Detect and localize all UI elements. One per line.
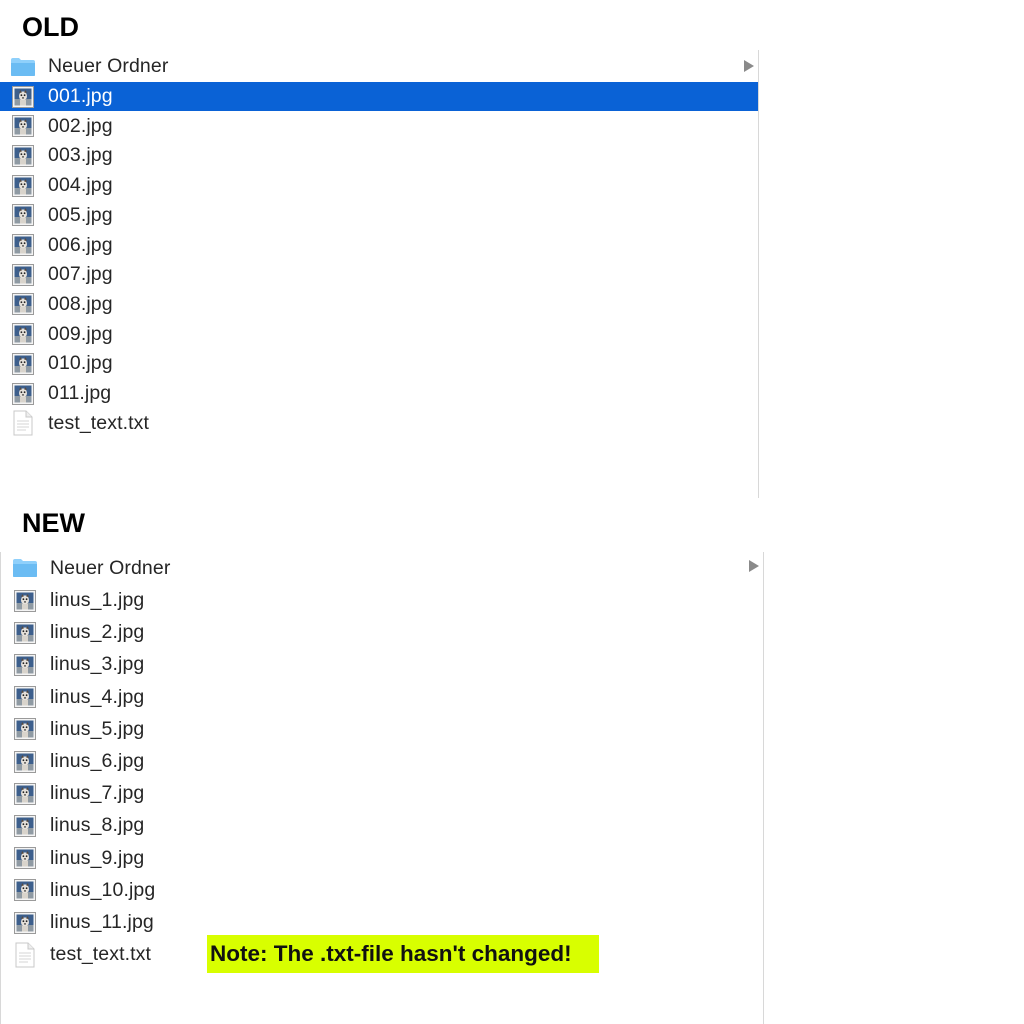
- file-row[interactable]: 005.jpg: [0, 201, 758, 230]
- folder-icon: [12, 555, 38, 581]
- file-row[interactable]: 006.jpg: [0, 231, 758, 260]
- image-icon: [12, 910, 38, 936]
- file-name: 006.jpg: [48, 233, 113, 256]
- file-name: linus_4.jpg: [50, 685, 145, 708]
- file-row[interactable]: 010.jpg: [0, 349, 758, 378]
- file-name: 007.jpg: [48, 263, 113, 286]
- image-icon: [10, 262, 36, 288]
- file-name: linus_7.jpg: [50, 782, 145, 805]
- file-name: test_text.txt: [50, 943, 152, 966]
- image-icon: [10, 321, 36, 347]
- file-row[interactable]: linus_10.jpg: [0, 875, 763, 906]
- file-name: 010.jpg: [48, 352, 113, 375]
- file-row[interactable]: linus_11.jpg: [0, 907, 763, 938]
- file-name: linus_9.jpg: [50, 846, 145, 869]
- file-name: 003.jpg: [48, 144, 113, 167]
- file-row[interactable]: linus_1.jpg: [0, 585, 763, 616]
- image-icon: [10, 84, 36, 110]
- file-name: linus_11.jpg: [50, 911, 154, 933]
- image-icon: [10, 143, 36, 169]
- old-heading: OLD: [22, 12, 79, 42]
- image-icon: [10, 232, 36, 258]
- image-icon: [12, 749, 38, 775]
- file-name: 004.jpg: [48, 174, 113, 197]
- folder-name: Neuer Ordner: [50, 556, 171, 579]
- file-row[interactable]: linus_3.jpg: [0, 649, 763, 680]
- folder-icon: [10, 54, 36, 80]
- file-name: linus_10.jpg: [50, 878, 156, 901]
- image-icon: [12, 716, 38, 742]
- note-callout: Note: The .txt-file hasn't changed!: [207, 935, 599, 973]
- file-name: linus_8.jpg: [50, 814, 145, 837]
- image-icon: [12, 684, 38, 710]
- file-name: linus_3.jpg: [50, 653, 145, 676]
- file-row[interactable]: 004.jpg: [0, 171, 758, 200]
- document-icon: [10, 410, 36, 436]
- image-icon: [12, 877, 38, 903]
- folder-name: Neuer Ordner: [48, 55, 169, 77]
- new-column-divider: [763, 552, 764, 1024]
- file-row[interactable]: 007.jpg: [0, 260, 758, 289]
- file-name: 001.jpg: [48, 85, 113, 107]
- note-text: Note: The .txt-file hasn't changed!: [210, 941, 572, 966]
- old-folder-row[interactable]: Neuer Ordner: [0, 52, 758, 81]
- file-name: linus_5.jpg: [50, 717, 145, 740]
- image-icon: [10, 351, 36, 377]
- file-name: linus_6.jpg: [50, 750, 145, 772]
- file-row[interactable]: linus_6.jpg: [0, 746, 763, 777]
- image-icon: [10, 113, 36, 139]
- file-name: 008.jpg: [48, 292, 113, 315]
- chevron-right-icon[interactable]: [744, 60, 754, 72]
- file-name: 011.jpg: [48, 382, 112, 404]
- file-row[interactable]: test_text.txt: [0, 409, 758, 438]
- image-icon: [12, 781, 38, 807]
- new-folder-row[interactable]: Neuer Ordner: [0, 552, 763, 584]
- file-row[interactable]: linus_5.jpg: [0, 714, 763, 745]
- image-icon: [10, 173, 36, 199]
- file-row[interactable]: linus_4.jpg: [0, 682, 763, 713]
- file-name: test_text.txt: [48, 411, 150, 434]
- image-icon: [12, 620, 38, 646]
- file-row[interactable]: linus_2.jpg: [0, 617, 763, 648]
- file-row[interactable]: 008.jpg: [0, 290, 758, 319]
- file-row[interactable]: 002.jpg: [0, 112, 758, 141]
- new-heading: NEW: [22, 508, 85, 538]
- chevron-right-icon[interactable]: [749, 560, 759, 572]
- image-icon: [12, 813, 38, 839]
- file-row[interactable]: 003.jpg: [0, 141, 758, 170]
- file-row[interactable]: linus_8.jpg: [0, 810, 763, 841]
- image-icon: [10, 291, 36, 317]
- image-icon: [12, 845, 38, 871]
- file-name: 002.jpg: [48, 114, 113, 137]
- file-name: 005.jpg: [48, 203, 113, 226]
- file-row[interactable]: 009.jpg: [0, 320, 758, 349]
- file-name: linus_1.jpg: [50, 589, 145, 611]
- file-row[interactable]: 001.jpg: [0, 82, 758, 111]
- old-file-list: Neuer Ordner 001.jpg 002.jpg 003.jpg 004.jp…: [0, 50, 760, 498]
- file-row[interactable]: linus_7.jpg: [0, 778, 763, 809]
- image-icon: [12, 652, 38, 678]
- image-icon: [10, 381, 36, 407]
- image-icon: [12, 588, 38, 614]
- file-name: linus_2.jpg: [50, 621, 145, 644]
- file-row[interactable]: linus_9.jpg: [0, 843, 763, 874]
- image-icon: [10, 202, 36, 228]
- file-name: 009.jpg: [48, 322, 113, 345]
- document-icon: [12, 942, 38, 968]
- old-column-divider: [758, 50, 759, 498]
- file-row[interactable]: 011.jpg: [0, 379, 758, 408]
